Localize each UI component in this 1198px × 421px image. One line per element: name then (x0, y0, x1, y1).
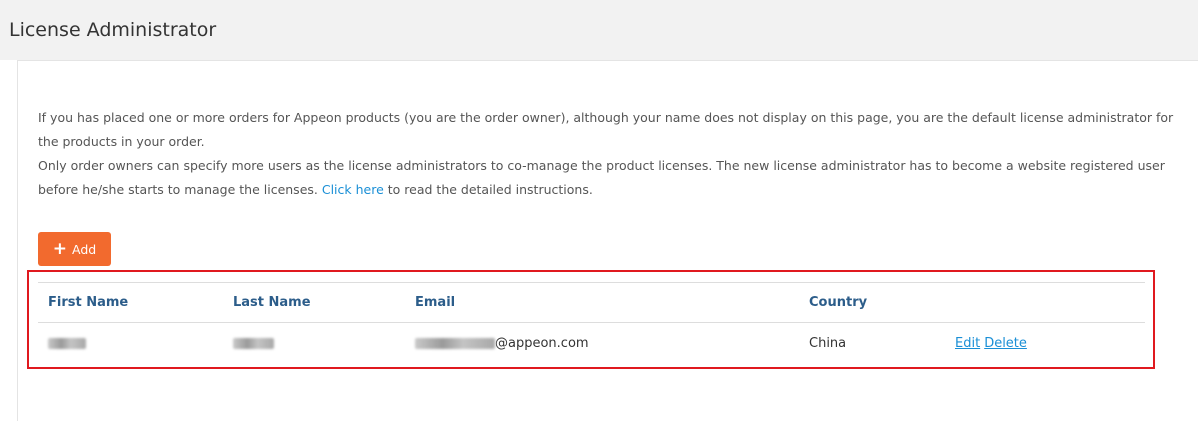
intro-paragraph-2: Only order owners can specify more users… (38, 154, 1188, 202)
intro-text: If you has placed one or more orders for… (38, 106, 1188, 202)
intro-paragraph-2-start: Only order owners can specify more users… (38, 158, 1165, 197)
redacted-last-name (233, 338, 274, 349)
edit-link[interactable]: Edit (955, 336, 980, 351)
email-domain: @appeon.com (495, 336, 589, 351)
intro-paragraph-2-end: to read the detailed instructions. (383, 182, 593, 197)
country-cell: China (809, 336, 847, 351)
add-button[interactable]: + Add (38, 232, 111, 266)
last-name-cell (233, 323, 274, 364)
administrators-table: First Name Last Name Email Country @appe… (38, 282, 1145, 364)
table-row: @appeon.com China Edit Delete (38, 322, 1145, 364)
table-header-row: First Name Last Name Email Country (38, 282, 1145, 322)
header-last-name[interactable]: Last Name (233, 283, 311, 322)
intro-paragraph-1: If you has placed one or more orders for… (38, 110, 1174, 149)
header-first-name[interactable]: First Name (48, 283, 128, 322)
redacted-email-user (415, 338, 495, 349)
plus-icon: + (52, 238, 68, 259)
email-cell: @appeon.com (415, 323, 589, 364)
page-header: License Administrator (0, 0, 1198, 60)
header-email[interactable]: Email (415, 283, 455, 322)
first-name-cell (48, 323, 86, 364)
add-button-label: Add (72, 241, 97, 257)
page-title: License Administrator (9, 19, 217, 41)
redacted-first-name (48, 338, 86, 349)
actions-cell: Edit Delete (955, 323, 1031, 364)
header-country[interactable]: Country (809, 283, 867, 322)
delete-link[interactable]: Delete (984, 336, 1027, 351)
instructions-link[interactable]: Click here (322, 182, 384, 197)
